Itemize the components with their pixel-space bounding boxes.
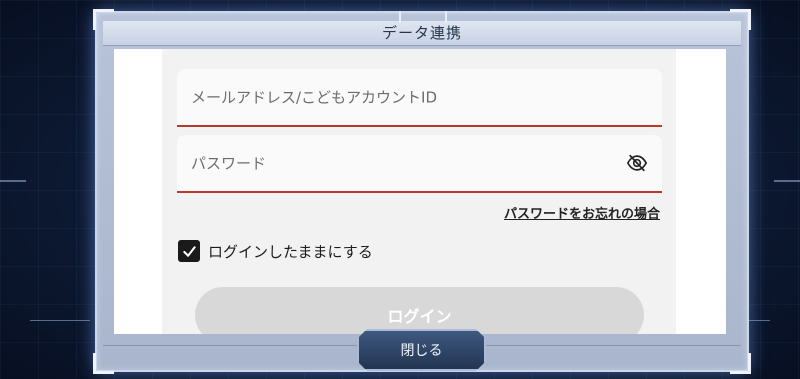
- dialog-content: メールアドレス/こどもアカウントID パスワード パスワードをお忘れの場合 ログ…: [114, 49, 726, 334]
- header-deco: [399, 11, 401, 23]
- email-field[interactable]: メールアドレス/こどもアカウントID: [177, 69, 662, 127]
- eye-off-icon[interactable]: [626, 152, 648, 174]
- data-link-dialog: データ連携 メールアドレス/こどもアカウントID パスワード パスワードをお忘れ…: [93, 9, 751, 374]
- frame-corner: [730, 353, 751, 374]
- keep-logged-in-checkbox[interactable]: [178, 240, 200, 262]
- password-field[interactable]: パスワード: [177, 135, 662, 193]
- login-button[interactable]: ログイン: [195, 287, 644, 334]
- decor-tick-left: [0, 180, 26, 182]
- close-button[interactable]: 閉じる: [357, 329, 486, 371]
- keep-logged-in-row: ログインしたままにする: [178, 239, 373, 263]
- decor-line-left: [30, 320, 90, 321]
- login-form-panel: メールアドレス/こどもアカウントID パスワード パスワードをお忘れの場合 ログ…: [162, 49, 676, 334]
- keep-logged-in-label: ログインしたままにする: [208, 242, 373, 261]
- email-placeholder: メールアドレス/こどもアカウントID: [191, 88, 438, 107]
- frame-corner: [93, 353, 114, 374]
- forgot-password-link[interactable]: パスワードをお忘れの場合: [504, 203, 660, 222]
- dialog-title: データ連携: [381, 24, 462, 42]
- password-placeholder: パスワード: [191, 154, 267, 173]
- decor-tick-right: [774, 180, 800, 182]
- header-deco: [445, 11, 447, 23]
- dialog-header: データ連携: [103, 11, 741, 46]
- check-icon: [182, 245, 196, 257]
